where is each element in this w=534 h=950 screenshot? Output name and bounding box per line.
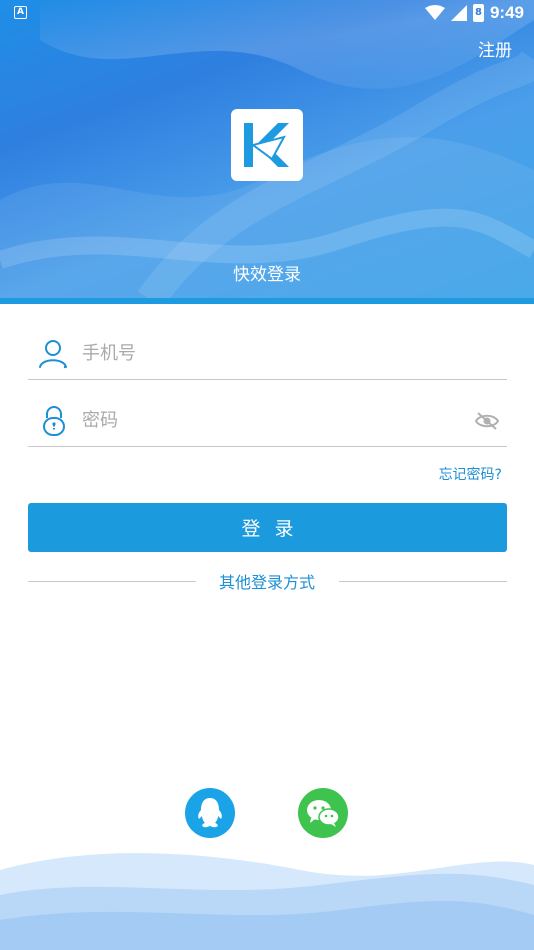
battery-icon: 8 bbox=[472, 4, 484, 22]
app-logo-mark bbox=[244, 123, 289, 167]
status-bar: A 8 9:49 bbox=[0, 0, 534, 27]
password-input[interactable] bbox=[82, 400, 467, 441]
app-logo bbox=[231, 109, 303, 181]
user-icon bbox=[28, 328, 80, 380]
notification-icon: A bbox=[14, 6, 27, 19]
phone-field[interactable] bbox=[28, 328, 507, 380]
lock-icon bbox=[28, 395, 80, 447]
other-login-label: 其他登录方式 bbox=[218, 573, 315, 592]
wifi-icon bbox=[424, 5, 445, 20]
qq-icon bbox=[198, 798, 222, 828]
forgot-password-link[interactable]: 忘记密码? bbox=[439, 464, 502, 484]
login-button[interactable]: 登录 bbox=[28, 503, 507, 552]
app-title: 快效登录 bbox=[233, 265, 301, 285]
wechat-login-button[interactable] bbox=[298, 788, 348, 838]
qq-login-button[interactable] bbox=[185, 788, 235, 838]
status-right: 8 9:49 bbox=[424, 3, 524, 23]
eye-off-icon[interactable] bbox=[467, 401, 507, 441]
header-bottom-line bbox=[0, 298, 534, 304]
phone-input[interactable] bbox=[82, 333, 507, 374]
wechat-icon bbox=[307, 800, 340, 827]
register-button[interactable]: 注册 bbox=[478, 36, 512, 61]
status-time: 9:49 bbox=[489, 3, 524, 22]
signal-icon bbox=[450, 5, 467, 21]
password-field[interactable] bbox=[28, 395, 507, 447]
bottom-waves bbox=[0, 853, 534, 950]
